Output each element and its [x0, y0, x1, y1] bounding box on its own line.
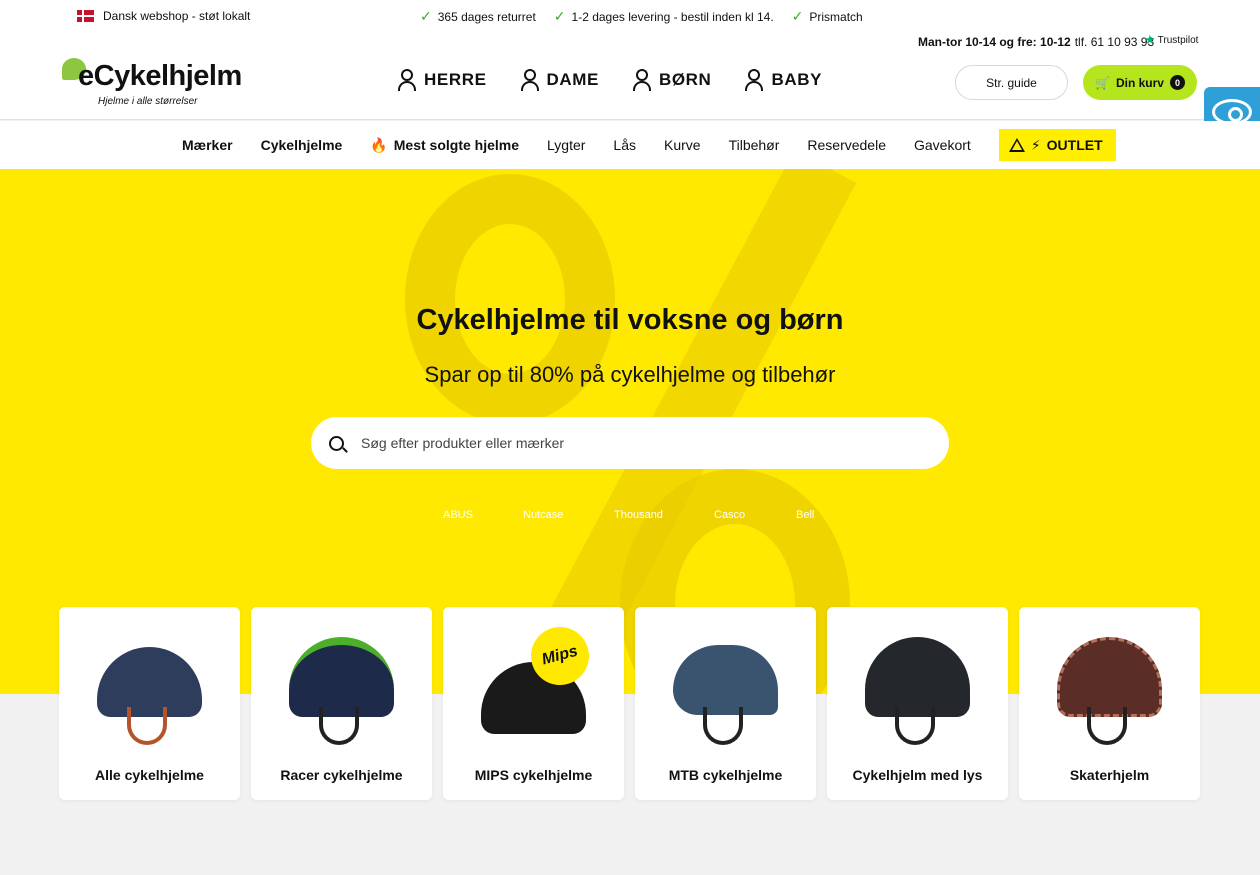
category-card-mips[interactable]: Mips MIPS cykelhjelme [443, 607, 624, 800]
lightning-icon: ⚡ [1030, 136, 1041, 153]
checkmark-icon: ✓ [791, 8, 804, 24]
card-label: Cykelhjelm med lys [852, 767, 983, 783]
cat-cykelhjelme[interactable]: Cykelhjelme [261, 129, 343, 161]
nav-label: HERRE [424, 70, 487, 89]
card-label: MIPS cykelhjelme [474, 767, 593, 783]
woman-icon [520, 69, 540, 91]
flame-icon: 🔥 [370, 136, 388, 153]
cart-count-badge: 0 [1169, 75, 1185, 90]
brand-link[interactable]: Casco [714, 509, 796, 521]
card-label: Alle cykelhjelme [95, 767, 204, 783]
category-nav: Mærker Cykelhjelme 🔥 Mest solgte hjelme … [182, 129, 1116, 161]
trustpilot-badge[interactable]: ★ Trustpilot [1144, 32, 1198, 48]
cat-outlet[interactable]: ⚡ OUTLET [998, 129, 1116, 161]
cat-label: Mest solgte hjelme [393, 137, 520, 153]
card-label: MTB cykelhjelme [668, 767, 783, 783]
category-bar: Mærker Cykelhjelme 🔥 Mest solgte hjelme … [0, 121, 1260, 169]
checkmark-icon: ✓ [553, 8, 566, 24]
cart-icon: 🛒 [1095, 75, 1110, 90]
search-input[interactable] [361, 435, 921, 451]
main-nav: HERRE DAME BØRN BABY [397, 69, 822, 91]
cat-maerker[interactable]: Mærker [182, 129, 233, 161]
category-card-all[interactable]: Alle cykelhjelme [59, 607, 240, 800]
category-card-skater[interactable]: Skaterhjelm [1019, 607, 1200, 800]
cat-kurve[interactable]: Kurve [664, 129, 701, 161]
cart-label: Din kurv [1115, 75, 1164, 90]
nav-label: DAME [546, 70, 599, 89]
man-icon [397, 69, 417, 91]
checkmark-icon: ✓ [420, 8, 432, 24]
helmet-image [97, 637, 202, 747]
search-icon [329, 435, 344, 451]
brand-link[interactable]: ABUS [443, 509, 523, 521]
child-icon [632, 69, 652, 91]
danish-flag-icon [77, 10, 94, 22]
size-guide-button[interactable]: Str. guide [955, 65, 1068, 100]
brand-link[interactable]: Thousand [614, 509, 714, 521]
brand-links: ABUS Nutcase Thousand Casco Bell [443, 509, 836, 521]
site-logo[interactable]: eCykelhjelm Hjelme i alle størrelser [62, 56, 262, 112]
cart-button[interactable]: 🛒 Din kurv 0 [1083, 65, 1197, 100]
danish-shop-notice: Dansk webshop - støt lokalt [77, 9, 250, 23]
helmet-image [673, 637, 778, 747]
brand-link[interactable]: Bell [796, 509, 836, 521]
usp-danish-label: Dansk webshop - støt lokalt [103, 9, 251, 23]
usp-item: ✓ 365 dages returret [420, 8, 536, 25]
nav-label: BØRN [658, 70, 712, 89]
cat-lygter[interactable]: Lygter [547, 129, 585, 161]
usp-label: Prismatch [809, 9, 863, 24]
nav-label: BABY [771, 70, 823, 89]
hero-subtitle: Spar op til 80% på cykelhjelme og tilbeh… [424, 362, 836, 387]
usp-label: 1-2 dages levering - bestil inden kl 14. [571, 9, 774, 24]
category-card-lights[interactable]: Cykelhjelm med lys [827, 607, 1008, 800]
cat-label: OUTLET [1046, 137, 1103, 153]
nav-baby[interactable]: BABY [744, 69, 822, 91]
trustpilot-label: Trustpilot [1157, 34, 1199, 46]
card-label: Skaterhjelm [1069, 767, 1150, 783]
cat-gavekort[interactable]: Gavekort [914, 129, 971, 161]
opening-hours: Man-tor 10-14 og fre: 10-12 tlf. 61 10 9… [918, 35, 1154, 49]
search-bar[interactable] [311, 417, 949, 469]
logo-tagline: Hjelme i alle størrelser [98, 96, 198, 107]
usp-item: ✓ 1-2 dages levering - bestil inden kl 14… [554, 8, 774, 25]
nav-herre[interactable]: HERRE [397, 69, 487, 91]
helmet-image [289, 637, 394, 747]
usp-list: ✓ 365 dages returret ✓ 1-2 dages levering … [420, 8, 863, 25]
cat-reservedele[interactable]: Reservedele [807, 129, 886, 161]
cat-tilbehoer[interactable]: Tilbehør [729, 129, 780, 161]
category-cards: Alle cykelhjelme Racer cykelhjelme Mips … [59, 607, 1200, 800]
cat-mest-solgte[interactable]: 🔥 Mest solgte hjelme [370, 129, 519, 161]
hours-label: Man-tor 10-14 og fre: 10-12 [918, 35, 1071, 49]
helmet-image [1057, 637, 1162, 747]
nav-born[interactable]: BØRN [632, 69, 711, 91]
hero-title: Cykelhjelme til voksne og børn [416, 304, 844, 336]
category-card-mtb[interactable]: MTB cykelhjelme [635, 607, 816, 800]
nav-dame[interactable]: DAME [520, 69, 599, 91]
cat-laas[interactable]: Lås [613, 129, 636, 161]
category-card-racer[interactable]: Racer cykelhjelme [251, 607, 432, 800]
usp-item: ✓ Prismatch [792, 8, 863, 25]
phone-number[interactable]: tlf. 61 10 93 93 [1075, 35, 1154, 49]
top-header: Dansk webshop - støt lokalt ✓ 365 dages r… [0, 0, 1260, 120]
card-label: Racer cykelhjelme [280, 767, 403, 783]
warning-icon [1008, 138, 1025, 152]
trustpilot-star-icon: ★ [1144, 32, 1156, 47]
logo-text: eCykelhjelm [78, 60, 242, 92]
baby-icon [744, 69, 764, 91]
brand-link[interactable]: Nutcase [523, 509, 614, 521]
usp-label: 365 dages returret [437, 9, 536, 24]
helmet-image [865, 637, 970, 747]
